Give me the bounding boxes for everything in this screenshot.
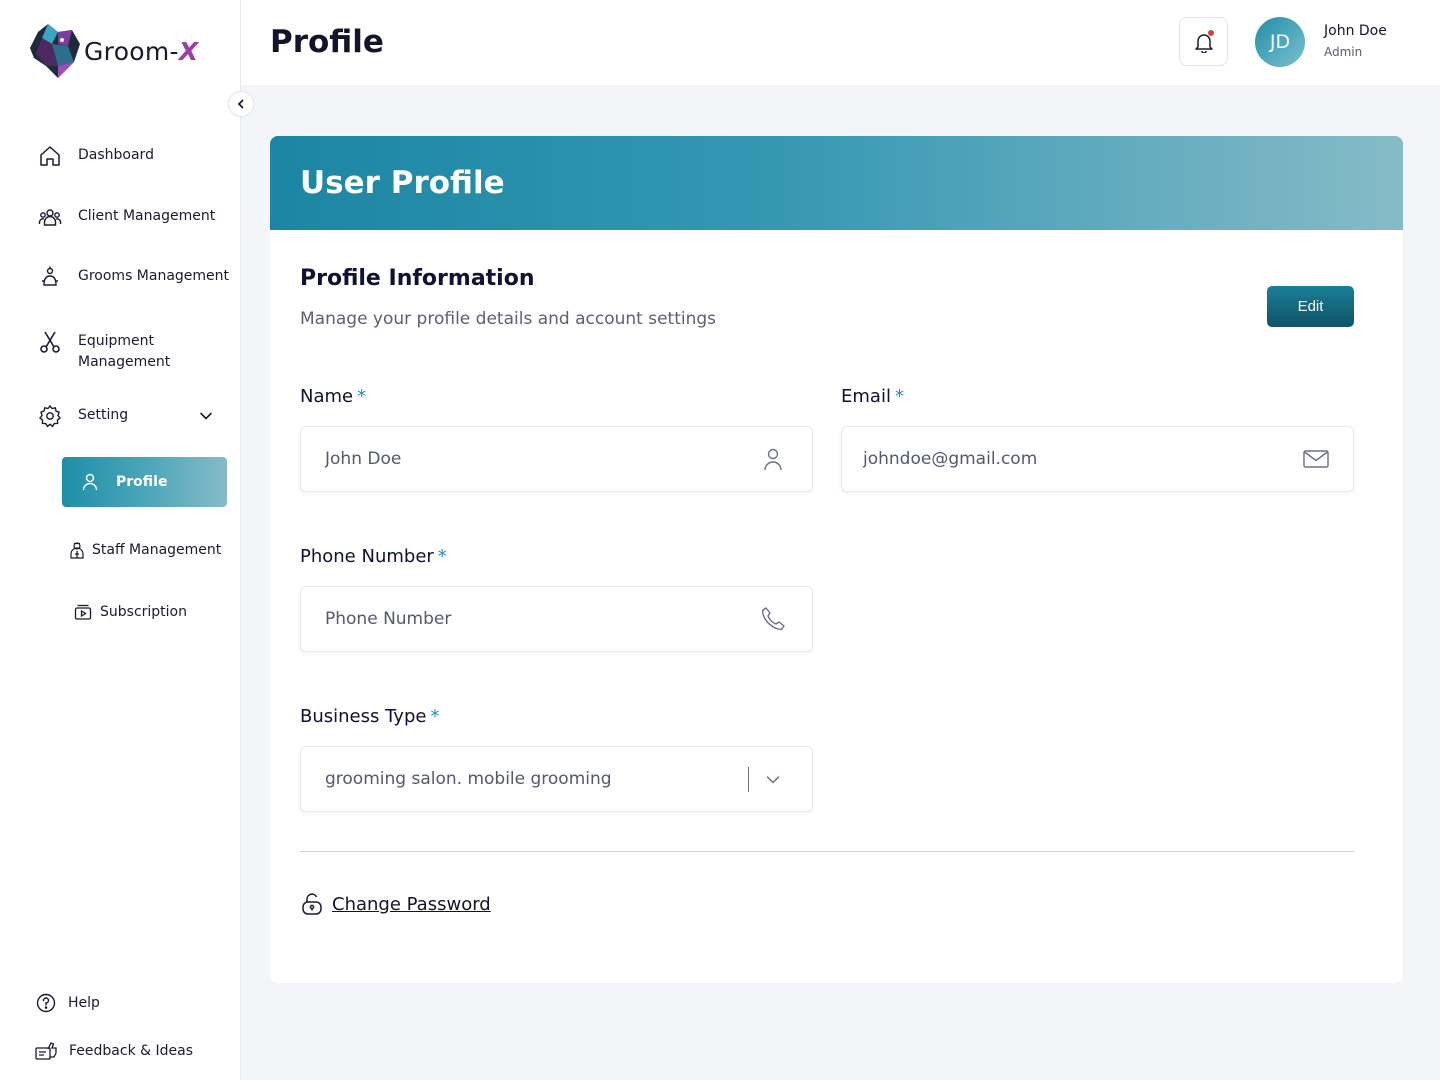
- sidebar-item-label: Help: [68, 995, 100, 1011]
- staff-icon: [68, 541, 86, 559]
- chevron-left-icon: [237, 99, 244, 109]
- sidebar-item-feedback[interactable]: Feedback & Ideas: [35, 1041, 193, 1061]
- app-logo[interactable]: Groom-X: [28, 22, 198, 80]
- unlock-icon: [300, 892, 324, 916]
- sidebar-item-label: Grooms Management: [78, 268, 230, 284]
- profile-card: User Profile Profile Information Manage …: [270, 136, 1403, 983]
- home-icon: [38, 144, 62, 168]
- edit-button[interactable]: Edit: [1267, 286, 1354, 327]
- chevron-down-icon[interactable]: [197, 407, 215, 425]
- sidebar-item-label: Staff Management: [92, 542, 222, 558]
- users-icon: [38, 205, 62, 229]
- avatar[interactable]: JD: [1255, 17, 1305, 67]
- phone-label: Phone Number *: [300, 546, 447, 567]
- email-field-box: [841, 426, 1354, 492]
- gear-icon: [38, 404, 62, 428]
- sidebar-subitem-staff-management[interactable]: Staff Management: [68, 541, 221, 559]
- name-field-box: [300, 426, 813, 492]
- section-subtitle: Manage your profile details and account …: [300, 309, 717, 329]
- feedback-icon: [35, 1041, 57, 1061]
- phone-field-box: [300, 586, 813, 652]
- banner-title: User Profile: [300, 165, 505, 201]
- chevron-down-icon[interactable]: [764, 771, 782, 789]
- top-header: Profile JD John Doe Admin: [241, 0, 1440, 85]
- sidebar-item-grooms-management[interactable]: Grooms Management: [38, 265, 229, 289]
- sidebar-item-help[interactable]: Help: [36, 993, 100, 1013]
- phone-input[interactable]: [325, 609, 725, 629]
- email-label: Email *: [841, 386, 904, 407]
- user-name: John Doe: [1324, 23, 1387, 39]
- section-title: Profile Information: [300, 266, 535, 291]
- business-type-label: Business Type *: [300, 706, 440, 727]
- phone-icon: [760, 606, 786, 632]
- logo-icon: [30, 24, 80, 78]
- email-input[interactable]: [863, 449, 1263, 469]
- name-label: Name *: [300, 386, 367, 407]
- groom-icon: [38, 265, 62, 289]
- subscription-icon: [74, 603, 92, 621]
- sidebar-item-label: Equipment Management: [78, 333, 171, 370]
- user-icon: [760, 446, 786, 472]
- select-separator: [748, 767, 749, 792]
- logo-text: Groom-X: [84, 36, 199, 66]
- sidebar-item-setting[interactable]: Setting: [38, 404, 128, 428]
- user-icon: [80, 472, 100, 492]
- divider: [300, 851, 1354, 852]
- sidebar-item-equipment-management[interactable]: Equipment Management: [38, 330, 170, 373]
- sidebar-item-label: Subscription: [100, 604, 187, 620]
- change-password-link[interactable]: Change Password: [300, 892, 491, 916]
- sidebar-item-label: Dashboard: [78, 147, 154, 163]
- page-title: Profile: [270, 24, 384, 60]
- name-input[interactable]: [325, 449, 725, 469]
- collapse-sidebar-button[interactable]: [228, 91, 254, 117]
- mail-icon: [1303, 446, 1329, 472]
- sidebar-item-client-management[interactable]: Client Management: [38, 205, 215, 229]
- sidebar-subitem-profile[interactable]: Profile: [62, 457, 227, 507]
- business-type-value: grooming salon. mobile grooming: [325, 769, 612, 789]
- profile-banner: User Profile: [270, 136, 1403, 230]
- sidebar-subitem-subscription[interactable]: Subscription: [74, 603, 187, 621]
- sidebar-item-dashboard[interactable]: Dashboard: [38, 144, 154, 168]
- sidebar-item-label: Setting: [78, 407, 129, 423]
- user-role: Admin: [1324, 45, 1363, 59]
- sidebar-item-label: Profile: [116, 474, 168, 490]
- help-icon: [36, 993, 56, 1013]
- sidebar: Groom-X Dashboard Client Management Groo…: [0, 0, 254, 1080]
- change-password-label: Change Password: [332, 893, 491, 915]
- scissors-icon: [38, 330, 62, 354]
- notifications-button[interactable]: [1179, 17, 1228, 66]
- notification-dot: [1208, 30, 1214, 36]
- sidebar-item-label: Client Management: [78, 208, 216, 224]
- business-type-select[interactable]: grooming salon. mobile grooming: [300, 746, 813, 812]
- sidebar-item-label: Feedback & Ideas: [69, 1043, 193, 1059]
